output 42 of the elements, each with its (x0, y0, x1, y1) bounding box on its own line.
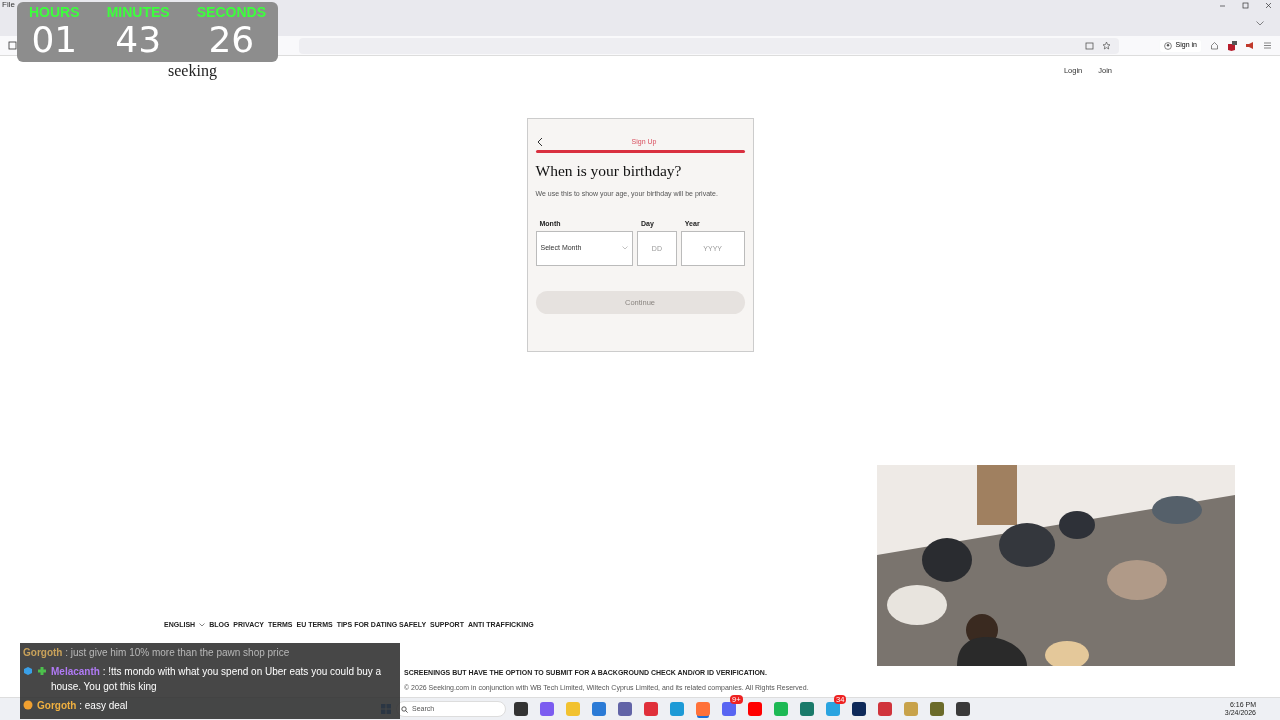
chevron-icon (622, 246, 628, 251)
cube-icon (23, 666, 33, 676)
timer-label: SECONDS (196, 5, 266, 20)
timer-value: 43 (115, 20, 162, 60)
taskbar-app-icon[interactable] (592, 702, 606, 716)
chevron-icon (199, 622, 206, 627)
menu-icon[interactable] (1263, 41, 1272, 50)
megaphone-icon[interactable] (1245, 41, 1255, 50)
chat-message: Melacanth : !tts mondo with what you spend on Uber eats you could buy a house. You got this king (51, 665, 383, 694)
chevron-icon[interactable] (1256, 20, 1264, 26)
account-icon (1163, 41, 1172, 50)
close-icon[interactable] (1265, 1, 1272, 9)
menu-item[interactable]: File (2, 0, 15, 10)
taskbar-app-icon[interactable] (826, 702, 840, 716)
taskbar-app-icon[interactable] (956, 702, 970, 716)
dot-icon (23, 700, 33, 710)
taskbar-app-icon[interactable] (670, 702, 684, 716)
star-icon[interactable] (1102, 41, 1111, 50)
taskbar-app-icon[interactable] (930, 702, 944, 716)
sidebar-icon[interactable] (8, 41, 17, 50)
chat-message: Gorgoth : easy deal (37, 699, 128, 713)
timer-value: 26 (208, 20, 255, 60)
timer-label: HOURS (29, 5, 80, 20)
timer-value: 01 (31, 20, 78, 60)
reader-icon[interactable] (1085, 41, 1094, 50)
maximize-icon[interactable] (1242, 1, 1249, 9)
site-logo[interactable]: seeking (168, 59, 217, 83)
form-title: When is your birthday? (535, 160, 683, 181)
taskbar-app-icon[interactable] (618, 702, 632, 716)
back-icon[interactable] (535, 137, 544, 148)
taskbar-app-icon[interactable] (878, 702, 892, 716)
taskbar-app-icon[interactable] (644, 702, 658, 716)
home-icon[interactable] (1210, 41, 1219, 50)
taskbar-app-icon[interactable] (852, 702, 866, 716)
timer-label: MINUTES (106, 5, 170, 20)
extension-icon[interactable] (1227, 40, 1237, 51)
taskbar-app-icon[interactable] (540, 702, 554, 716)
taskbar-app-icon[interactable] (722, 702, 736, 716)
chat-message: Gorgoth : just give him 10% more than the pawn shop price (23, 646, 290, 660)
taskbar-app-icon[interactable] (514, 702, 528, 716)
plus-icon (37, 666, 47, 676)
taskbar-app-icon[interactable] (800, 702, 814, 716)
